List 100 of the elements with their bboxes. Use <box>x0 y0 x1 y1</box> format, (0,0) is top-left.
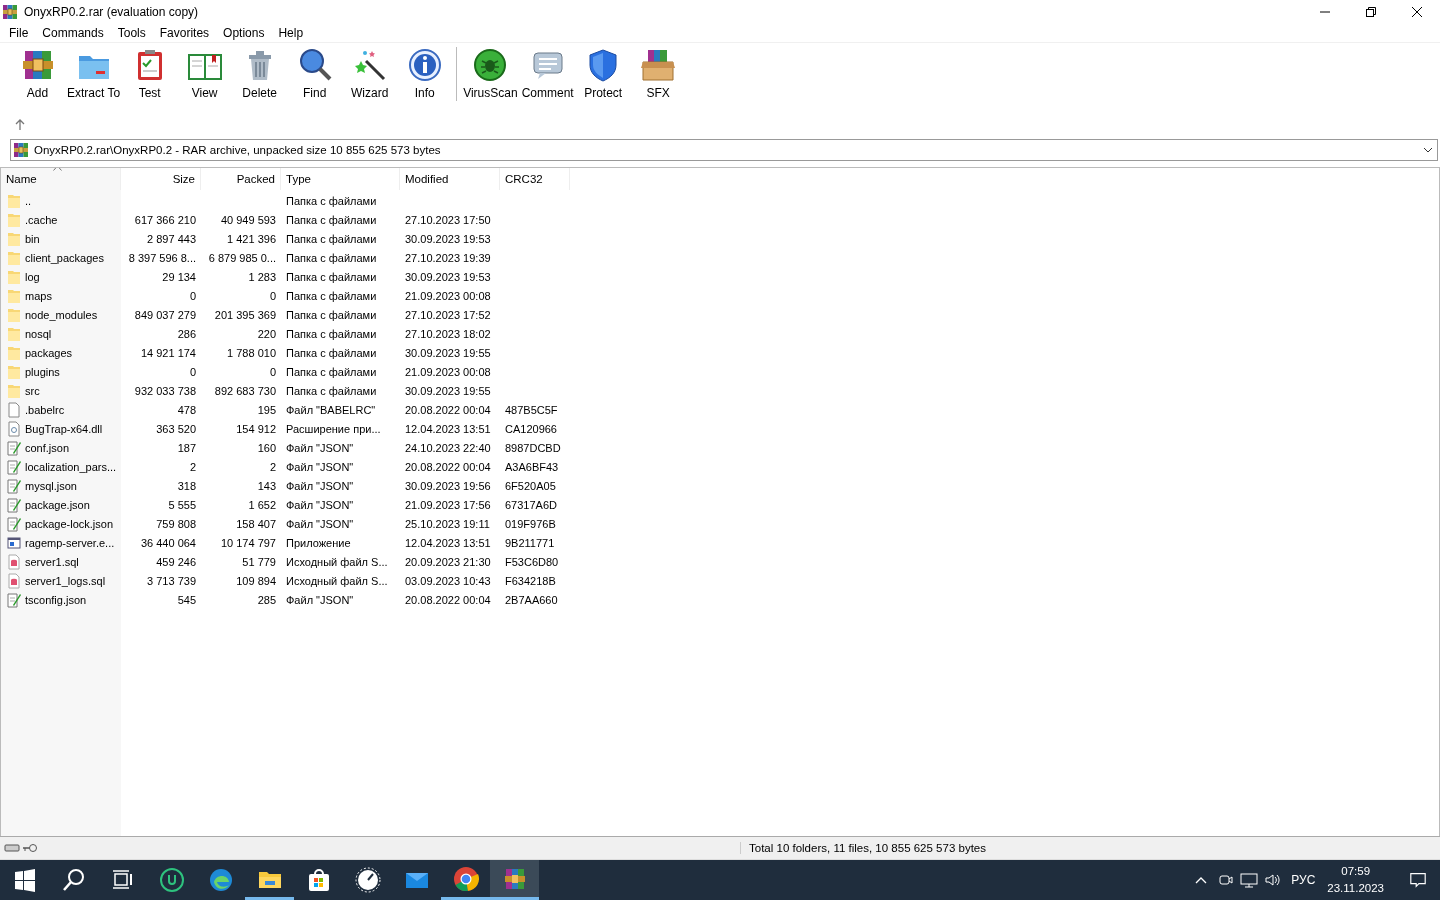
table-cell-text: 892 683 730 <box>213 383 277 399</box>
gear-file-icon <box>7 420 21 437</box>
clock-time[interactable]: 07:59 <box>1341 863 1371 880</box>
file-name[interactable]: bin <box>25 232 40 245</box>
file-name[interactable]: log <box>25 270 40 283</box>
file-name[interactable]: client_packages <box>25 251 104 264</box>
file-name[interactable]: packages <box>25 346 73 359</box>
table-cell-text: 318 <box>176 478 197 494</box>
clock-date[interactable]: 23.11.2023 <box>1327 880 1384 897</box>
table-cell-text: 12.04.2023 13:51 <box>404 421 492 437</box>
table-cell-text: F53C6D80 <box>504 554 560 570</box>
key-icon <box>22 843 38 853</box>
table-cell-text: F634218B <box>504 573 557 589</box>
menu-item[interactable]: Options <box>216 25 272 40</box>
file-name[interactable]: tsconfig.json <box>25 593 87 606</box>
notepad-pencil-icon <box>7 439 21 456</box>
table-cell-text: 25.10.2023 19:11 <box>404 516 491 532</box>
table-cell-text: 0 <box>268 364 277 380</box>
file-name[interactable]: maps <box>25 289 52 302</box>
table-cell-text: 5 555 <box>167 497 197 513</box>
toolbar-button[interactable]: SFX <box>630 47 686 100</box>
table-cell-text: 849 037 279 <box>133 307 197 323</box>
menu-item[interactable]: Commands <box>35 25 111 40</box>
column-header[interactable]: Packed <box>201 168 281 190</box>
toolbar-button[interactable]: Delete <box>232 47 288 100</box>
table-cell-text: Папка с файлами <box>285 250 378 266</box>
database-file-icon <box>7 553 21 570</box>
file-name[interactable]: BugTrap-x64.dll <box>25 422 103 435</box>
window-icon <box>7 534 21 551</box>
search-icon[interactable] <box>60 867 87 893</box>
table-cell-text: 20.08.2022 00:04 <box>404 459 492 475</box>
toolbar-button[interactable]: Protect <box>575 47 631 100</box>
file-name[interactable]: mysql.json <box>25 479 77 492</box>
table-cell-text: 27.10.2023 17:52 <box>404 307 492 323</box>
close-icon[interactable] <box>1411 5 1423 18</box>
window-title: OnyxRP0.2.rar (evaluation copy) <box>24 4 200 19</box>
address-bar[interactable]: OnyxRP0.2.rar\OnyxRP0.2 - RAR archive, unpacked size 10 855 625 573 bytes <box>10 139 1438 161</box>
table-cell-text: Файл "JSON" <box>285 440 355 456</box>
table-cell-text: Папка с файлами <box>285 364 378 380</box>
menu-item[interactable]: File <box>2 25 36 40</box>
table-cell-text: 36 440 064 <box>139 535 197 551</box>
table-cell-text: 759 808 <box>155 516 197 532</box>
speaker-icon[interactable] <box>1264 871 1283 889</box>
table-cell-text: 187 <box>176 440 197 456</box>
network-icon[interactable] <box>1240 871 1259 889</box>
file-name[interactable]: src <box>25 384 40 397</box>
file-name[interactable]: server1.sql <box>25 555 79 568</box>
column-header[interactable]: CRC32 <box>500 168 570 190</box>
file-name[interactable]: package-lock.json <box>25 517 114 530</box>
file-name[interactable]: nosql <box>25 327 52 340</box>
table-cell-text: 14 921 174 <box>139 345 197 361</box>
table-cell-text: Папка с файлами <box>285 269 378 285</box>
file-name[interactable]: server1_logs.sql <box>25 574 106 587</box>
table-cell-text: 30.09.2023 19:56 <box>404 478 492 494</box>
table-cell-text: 8987DCBD <box>504 440 562 456</box>
file-name[interactable]: package.json <box>25 498 90 511</box>
menu-item[interactable]: Favorites <box>152 25 217 40</box>
toolbar-button[interactable]: Info <box>397 47 453 100</box>
toolbar-button[interactable]: Add <box>10 47 65 100</box>
toolbar-button[interactable]: Test <box>122 47 178 100</box>
table-cell-text: 0 <box>188 364 197 380</box>
toolbar-button[interactable]: VirusScan <box>461 47 520 100</box>
wave-circle-icon[interactable] <box>207 867 234 893</box>
up-arrow-icon[interactable] <box>14 117 26 131</box>
toolbar-button[interactable]: Wizard <box>342 47 398 100</box>
table-cell-text: Файл "JSON" <box>285 497 355 513</box>
toolbar-button[interactable]: View <box>177 47 233 100</box>
notifications-icon[interactable] <box>1409 871 1427 889</box>
file-name[interactable]: .. <box>25 194 32 207</box>
circled-u-icon[interactable] <box>158 867 185 893</box>
file-name[interactable]: localization_pars... <box>25 460 117 473</box>
table-cell-text: 1 652 <box>247 497 277 513</box>
table-cell-text: 220 <box>256 326 277 342</box>
dropdown-caret-icon[interactable] <box>1423 147 1433 153</box>
drive-icon <box>4 843 20 853</box>
column-header[interactable]: Size <box>121 168 201 190</box>
column-header[interactable]: Modified <box>400 168 500 190</box>
table-cell-text: 67317A6D <box>504 497 558 513</box>
menu-item[interactable]: Tools <box>110 25 153 40</box>
file-name[interactable]: .cache <box>25 213 58 226</box>
gauge-icon[interactable] <box>354 867 381 893</box>
table-cell-text: 24.10.2023 22:40 <box>404 440 492 456</box>
file-name[interactable]: ragemp-server.e... <box>25 536 115 549</box>
file-name[interactable]: .babelrc <box>25 403 65 416</box>
restore-icon[interactable] <box>1365 5 1377 18</box>
table-cell-text: 363 520 <box>155 421 197 437</box>
notepad-pencil-icon <box>7 591 21 608</box>
file-name[interactable]: node_modules <box>25 308 98 321</box>
toolbar-button[interactable]: Extract To <box>65 47 123 100</box>
language-indicator[interactable]: РУС <box>1291 873 1316 887</box>
file-name[interactable]: plugins <box>25 365 60 378</box>
toolbar-button[interactable]: Find <box>287 47 343 100</box>
table-cell-text: 459 246 <box>155 554 197 570</box>
table-cell-text: 158 407 <box>235 516 277 532</box>
file-name[interactable]: conf.json <box>25 441 70 454</box>
column-header[interactable]: Type <box>281 168 400 190</box>
menu-item[interactable]: Help <box>271 25 311 40</box>
toolbar-button[interactable]: Comment <box>519 47 576 100</box>
browser-circle-icon[interactable] <box>452 865 479 892</box>
column-header[interactable]: Name <box>1 168 121 190</box>
